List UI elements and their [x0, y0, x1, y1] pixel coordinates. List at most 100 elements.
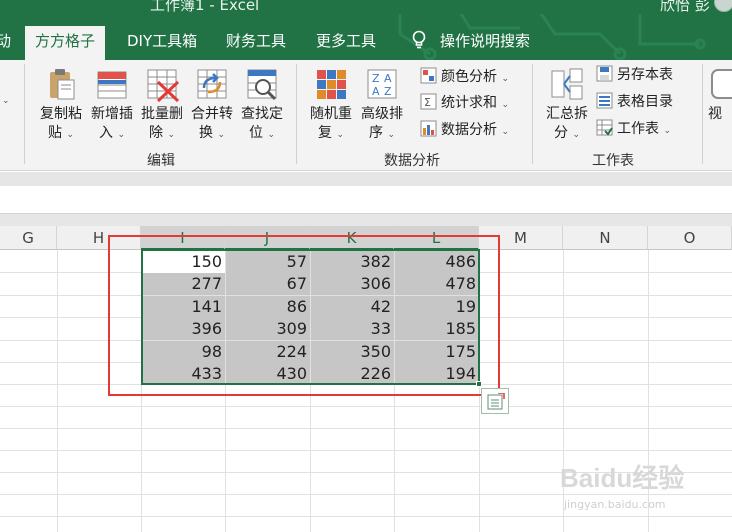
summary-split-icon	[551, 68, 583, 100]
find-locate-label-1: 查找定	[241, 106, 283, 122]
group-divider	[296, 64, 297, 164]
advanced-sort-label-2: 序	[369, 125, 383, 141]
column-header-n[interactable]: N	[563, 226, 648, 250]
column-header-o[interactable]: O	[648, 226, 732, 250]
formula-bar[interactable]	[0, 186, 732, 214]
find-locate-button[interactable]: 查找定 位 ⌄	[238, 66, 286, 145]
data-analysis-button[interactable]: 数据分析 ⌄	[420, 119, 509, 141]
chevron-down-icon: ⌄	[572, 130, 580, 140]
sheet-directory-button[interactable]: 表格目录	[596, 91, 673, 113]
clipboard-icon	[50, 69, 75, 100]
chevron-down-icon[interactable]: ⌄	[2, 96, 10, 106]
group-label-worksheet: 工作表	[592, 153, 634, 169]
color-analysis-label: 颜色分析	[441, 69, 497, 85]
ribbon: ⌄ 复制粘 贴 ⌄ 新增插 入 ⌄ 批量删 除 ⌄ 合并转 换 ⌄ 查找定 位 …	[0, 60, 732, 171]
merge-convert-label-1: 合并转	[191, 106, 233, 122]
merge-convert-icon	[197, 69, 227, 99]
user-name[interactable]: 欣怡 彭	[660, 0, 710, 14]
svg-text:A: A	[372, 85, 380, 98]
save-icon	[596, 65, 613, 82]
sort-az-icon: Z A A Z	[367, 69, 397, 99]
tab-fangfang-gezi[interactable]: 方方格子	[25, 26, 106, 60]
chevron-down-icon: ⌄	[501, 127, 509, 137]
chevron-down-icon: ⌄	[501, 74, 509, 84]
view-button[interactable]: 视	[708, 66, 732, 124]
tab-partial[interactable]: 动	[0, 32, 11, 50]
svg-text:A: A	[384, 72, 392, 85]
data-analysis-label: 数据分析	[441, 122, 497, 138]
watermark-url: jingyan.baidu.com	[564, 498, 666, 511]
sum-icon: Σ	[420, 93, 437, 110]
worksheet-icon	[596, 119, 613, 136]
chevron-down-icon: ⌄	[117, 130, 125, 140]
grid-row-line	[0, 428, 732, 429]
lightbulb-icon	[412, 30, 426, 49]
group-divider	[702, 64, 703, 164]
tell-me-search[interactable]: 操作说明搜索	[440, 32, 530, 50]
summary-split-button[interactable]: 汇总拆 分 ⌄	[542, 66, 592, 145]
sheet-directory-label: 表格目录	[617, 94, 673, 110]
quick-analysis-icon	[487, 393, 505, 410]
ribbon-gap	[0, 172, 732, 186]
chevron-down-icon: ⌄	[167, 130, 175, 140]
title-bar: 工作簿1 - Excel 欣怡 彭	[0, 0, 732, 14]
save-sheet-as-label: 另存本表	[617, 67, 673, 83]
worksheet-label: 工作表	[617, 121, 659, 137]
view-label: 视	[708, 106, 722, 122]
window-title: 工作簿1 - Excel	[150, 0, 260, 14]
random-repeat-icon	[317, 70, 346, 99]
group-divider	[24, 64, 25, 164]
tab-diy-toolbox[interactable]: DIY工具箱	[127, 32, 197, 50]
batch-delete-label-1: 批量删	[141, 106, 183, 122]
chevron-down-icon: ⌄	[217, 130, 225, 140]
color-analysis-button[interactable]: 颜色分析 ⌄	[420, 66, 509, 88]
batch-delete-label-2: 除	[149, 125, 163, 141]
svg-text:Σ: Σ	[424, 96, 431, 109]
group-label-edit: 编辑	[147, 153, 175, 169]
quick-analysis-button[interactable]	[481, 388, 509, 414]
advanced-sort-label-1: 高级排	[361, 106, 403, 122]
summary-split-label-1: 汇总拆	[546, 106, 588, 122]
copy-paste-button[interactable]: 复制粘 贴 ⌄	[36, 66, 86, 145]
group-label-data-analysis: 数据分析	[384, 153, 440, 169]
chevron-down-icon: ⌄	[501, 100, 509, 110]
advanced-sort-button[interactable]: Z A A Z 高级排 序 ⌄	[358, 66, 406, 145]
chevron-down-icon: ⌄	[267, 130, 275, 140]
chevron-down-icon: ⌄	[66, 130, 74, 140]
merge-convert-button[interactable]: 合并转 换 ⌄	[188, 66, 236, 145]
bar-chart-icon	[420, 120, 437, 137]
save-sheet-as-button[interactable]: 另存本表	[596, 64, 673, 86]
summary-split-label-2: 分	[554, 125, 568, 141]
svg-text:Z: Z	[372, 72, 380, 85]
grid-column-line	[57, 250, 58, 532]
copy-paste-label-2: 贴	[48, 125, 62, 141]
tab-more-tools[interactable]: 更多工具	[316, 32, 376, 50]
delete-grid-icon	[147, 69, 180, 102]
insert-new-label-2: 入	[99, 125, 113, 141]
batch-delete-button[interactable]: 批量删 除 ⌄	[138, 66, 186, 145]
insert-new-button[interactable]: 新增插 入 ⌄	[88, 66, 136, 145]
watermark: Baidu经验 jingyan.baidu.com	[560, 452, 730, 532]
column-header-g[interactable]: G	[0, 226, 57, 250]
random-repeat-button[interactable]: 随机重 复 ⌄	[306, 66, 356, 145]
svg-text:Z: Z	[384, 85, 392, 98]
chevron-down-icon: ⌄	[663, 126, 671, 136]
chevron-down-icon: ⌄	[336, 130, 344, 140]
random-repeat-label-1: 随机重	[310, 106, 352, 122]
find-locate-label-2: 位	[249, 125, 263, 141]
stat-sum-label: 统计求和	[441, 95, 497, 111]
grid-row-line	[0, 450, 732, 451]
stat-sum-button[interactable]: Σ 统计求和 ⌄	[420, 92, 509, 114]
insert-rows-icon	[97, 71, 127, 99]
formula-bar-gap	[0, 214, 732, 226]
group-divider	[532, 64, 533, 164]
color-grid-icon	[420, 67, 437, 84]
watermark-brand: Baidu经验	[560, 463, 685, 493]
highlight-annotation-box	[108, 235, 500, 396]
avatar[interactable]	[714, 0, 732, 12]
find-locate-icon	[247, 69, 277, 101]
merge-convert-label-2: 换	[199, 125, 213, 141]
tab-finance-tools[interactable]: 财务工具	[226, 32, 286, 50]
directory-icon	[596, 92, 613, 109]
worksheet-button[interactable]: 工作表 ⌄	[596, 118, 671, 140]
